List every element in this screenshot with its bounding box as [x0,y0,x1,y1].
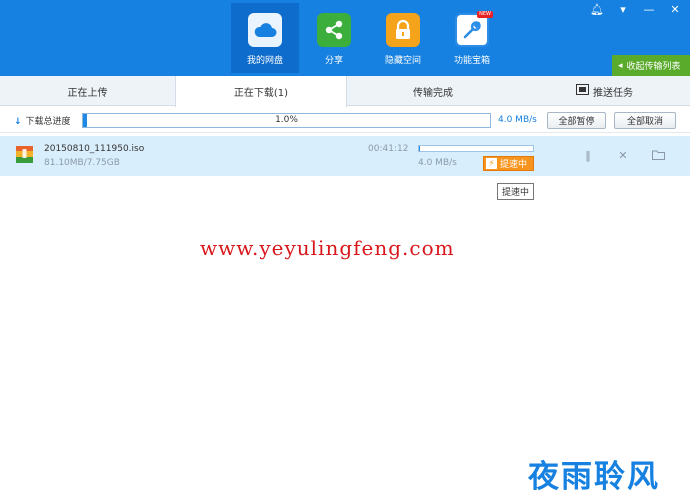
transfer-tabs: 正在上传 正在下载(1) 传输完成 推送任务 [0,76,690,107]
task-speed: 4.0 MB/s [418,158,457,168]
total-speed: 4.0 MB/s [498,115,537,125]
new-badge: NEW [477,11,493,18]
minimize-icon[interactable]: — [640,2,658,16]
watermark-url: www.yeyulingfeng.com [200,236,455,260]
lock-icon [386,13,420,47]
collapse-label: 收起传输列表 [626,62,681,72]
nav-label: 隐藏空间 [384,56,421,66]
folder-icon[interactable] [651,148,665,162]
close-icon[interactable]: ✕ [666,2,684,16]
bell-icon[interactable]: 🔔︎ [588,2,606,16]
nav-my-netdisk[interactable]: 我的网盘 [231,3,299,73]
cancel-all-button[interactable]: 全部取消 [614,112,676,129]
task-time-left: 00:41:12 [368,144,409,154]
lightning-icon: ⚡︎ [486,158,497,169]
task-progress-bar [418,145,534,152]
window-controls: 🔔︎ ▾ — ✕ [588,2,684,16]
download-task-row[interactable]: 20150810_111950.iso 81.10MB/7.75GB 00:41… [0,136,690,176]
download-arrow-icon: ↓ [14,117,22,127]
nav-share[interactable]: 分享 [300,3,368,73]
tab-label: 正在下载(1) [233,88,289,99]
total-progress-row: ↓ 下载总进度 1.0% 4.0 MB/s 全部暂停 全部取消 [0,107,690,133]
wrench-icon: NEW [455,11,493,47]
tab-downloading[interactable]: 正在下载(1) [175,76,347,107]
nav-label: 我的网盘 [246,56,283,66]
archive-file-icon [16,146,33,163]
tab-label: 推送任务 [593,87,633,99]
chevron-up-icon: ◂ [618,60,623,71]
push-icon [576,84,589,98]
watermark-logo: 夜雨聆风 [528,459,660,495]
menu-icon[interactable]: ▾ [614,2,632,16]
nav-hidden-space[interactable]: 隐藏空间 [369,3,437,73]
tab-label: 正在上传 [67,87,108,99]
boost-tooltip: 提速中 [497,183,535,200]
pause-icon[interactable]: ‖ [581,148,595,162]
boost-label: 提速中 [500,160,528,170]
tab-uploading[interactable]: 正在上传 [0,76,175,106]
nav-toolbox[interactable]: NEW 功能宝箱 [438,3,506,73]
pause-all-button[interactable]: 全部暂停 [547,112,606,129]
tab-completed[interactable]: 传输完成 [347,76,519,106]
task-filename: 20150810_111950.iso [44,144,145,154]
share-icon [317,13,351,47]
task-size: 81.10MB/7.75GB [44,158,120,168]
nav-label: 分享 [324,56,343,66]
total-progress-text: 下载总进度 [25,117,71,127]
tab-push-tasks[interactable]: 推送任务 [519,76,690,106]
cloud-icon [248,13,282,47]
total-progress-bar: 1.0% [82,113,491,128]
collapse-transfer-list-button[interactable]: ◂ 收起传输列表 [612,55,690,76]
total-progress-label: ↓ 下载总进度 [14,114,71,127]
top-toolbar: 🔔︎ ▾ — ✕ 我的网盘 分享 隐藏空间 NEW 功能宝箱 ◂ 收起传输列表 [0,0,690,76]
boost-button[interactable]: ⚡︎ 提速中 [483,156,534,171]
task-progress-fill [419,146,421,151]
cancel-icon[interactable]: ✕ [616,148,630,162]
total-progress-percent: 1.0% [275,115,298,125]
nav-label: 功能宝箱 [453,56,490,66]
tab-label: 传输完成 [413,87,453,99]
